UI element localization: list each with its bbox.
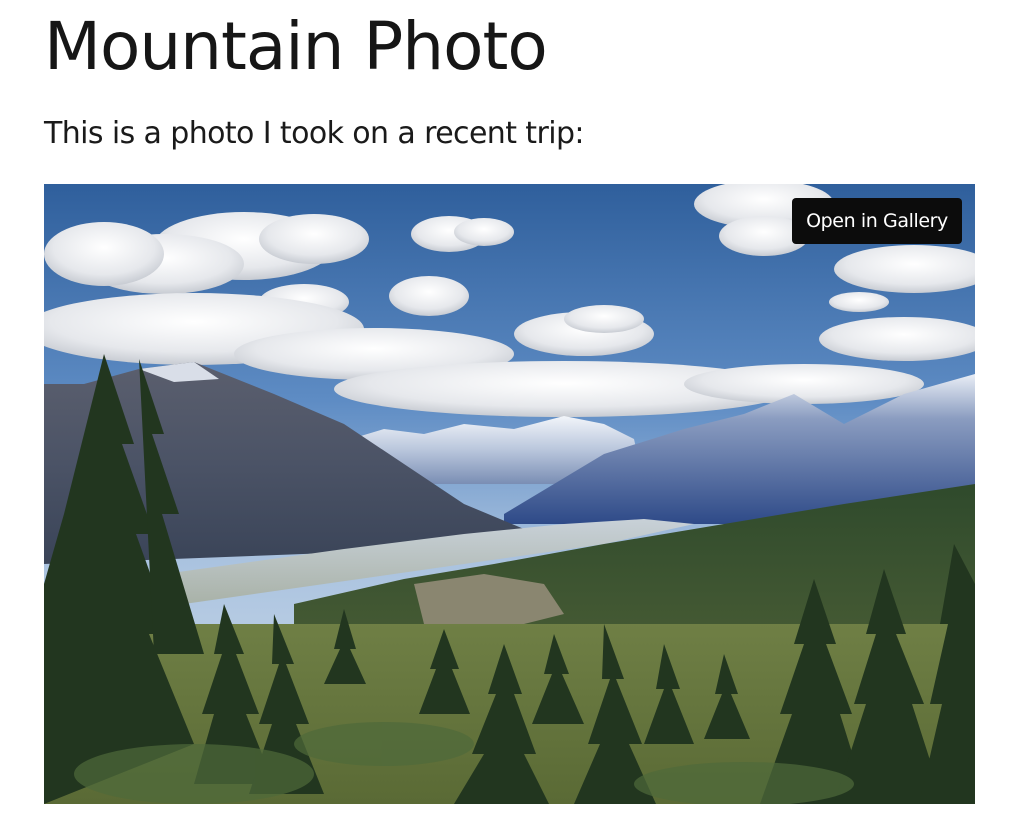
mountain-photo-image bbox=[44, 184, 975, 804]
open-in-gallery-button[interactable]: Open in Gallery bbox=[792, 198, 962, 244]
page-title: Mountain Photo bbox=[44, 8, 548, 85]
mountain-photo[interactable]: Open in Gallery bbox=[44, 184, 975, 804]
intro-text: This is a photo I took on a recent trip: bbox=[44, 116, 585, 151]
